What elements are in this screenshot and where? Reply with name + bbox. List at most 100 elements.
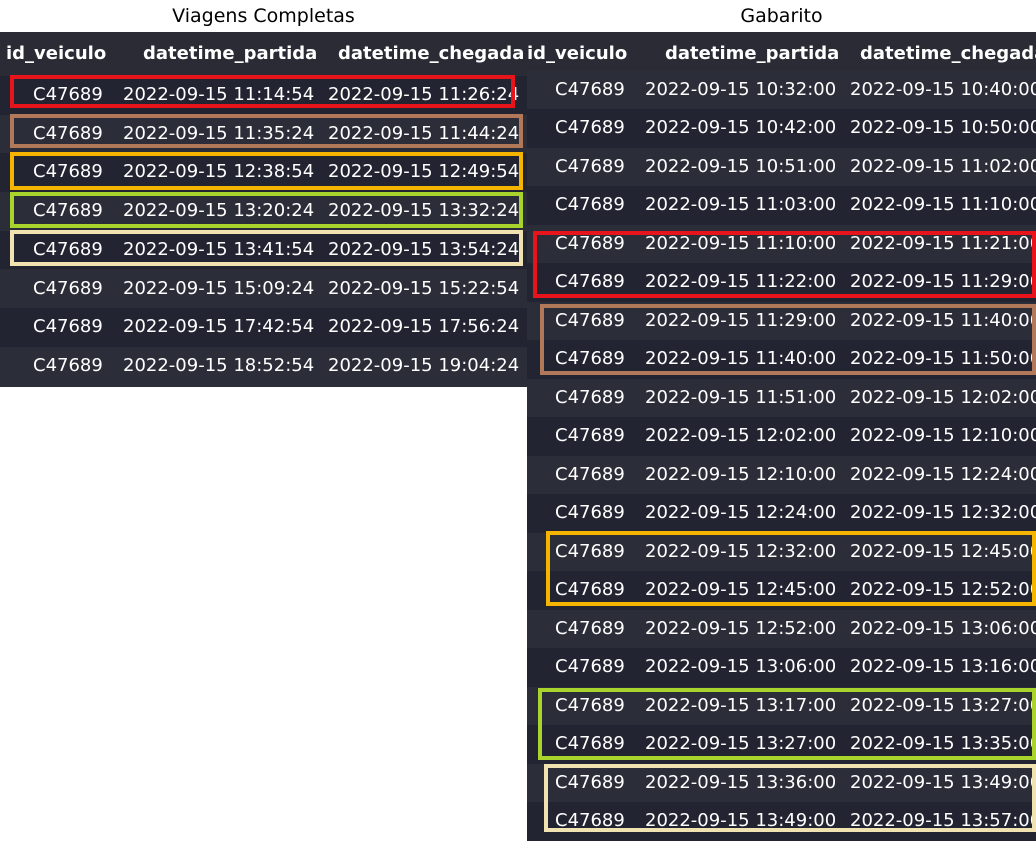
cell-datetime-chegada: 2022-09-15 11:50:00	[850, 348, 1036, 370]
table-row[interactable]: C47689 2022-09-15 13:20:24 2022-09-15 13:3…	[0, 192, 527, 231]
cell-id-veiculo: C47689	[555, 617, 625, 639]
table-row[interactable]: C47689 2022-09-15 11:40:00 2022-09-15 11:5…	[527, 340, 1036, 379]
cell-id-veiculo: C47689	[555, 810, 625, 832]
cell-datetime-chegada: 2022-09-15 11:21:00	[850, 232, 1036, 254]
table-row[interactable]: C47689 2022-09-15 11:14:54 2022-09-15 11:2…	[0, 76, 527, 115]
table-row[interactable]: C47689 2022-09-15 13:17:00 2022-09-15 13:2…	[527, 686, 1036, 726]
cell-datetime-partida: 2022-09-15 12:52:00	[645, 617, 837, 639]
column-header-datetime-chegada[interactable]: datetime_chegada	[860, 32, 1036, 76]
cell-datetime-chegada: 2022-09-15 15:22:54	[328, 277, 520, 299]
cell-datetime-chegada: 2022-09-15 13:35:00	[850, 733, 1036, 755]
cell-id-veiculo: C47689	[555, 348, 625, 370]
cell-datetime-partida: 2022-09-15 11:14:54	[123, 84, 315, 105]
table-row[interactable]: C47689 2022-09-15 15:09:24 2022-09-15 15:2…	[0, 269, 527, 309]
cell-datetime-chegada: 2022-09-15 11:26:24	[328, 84, 520, 105]
column-header-datetime-partida[interactable]: datetime_partida	[143, 32, 317, 76]
column-header-id-veiculo[interactable]: id_veiculo	[6, 32, 106, 76]
table-row[interactable]: C47689 2022-09-15 10:42:00 2022-09-15 10:5…	[527, 109, 1036, 148]
column-header-datetime-partida[interactable]: datetime_partida	[665, 32, 839, 76]
cell-datetime-chegada: 2022-09-15 13:49:00	[850, 771, 1036, 793]
cell-datetime-partida: 2022-09-15 11:35:24	[123, 122, 315, 144]
cell-id-veiculo: C47689	[555, 271, 625, 293]
table-row[interactable]: C47689 2022-09-15 17:42:54 2022-09-15 17:5…	[0, 308, 527, 347]
caption-gabarito: Gabarito	[740, 5, 823, 27]
cell-id-veiculo: C47689	[555, 78, 625, 100]
table-row[interactable]: C47689 2022-09-15 13:41:54 2022-09-15 13:5…	[0, 230, 527, 270]
cell-datetime-partida: 2022-09-15 13:41:54	[123, 238, 315, 260]
cell-id-veiculo: C47689	[33, 238, 103, 260]
cell-datetime-chegada: 2022-09-15 17:56:24	[328, 316, 520, 338]
table-viagens-completas: id_veiculo datetime_partida datetime_che…	[0, 32, 527, 387]
caption-viagens-completas: Viagens Completas	[172, 5, 355, 27]
table-row[interactable]: C47689 2022-09-15 12:02:00 2022-09-15 12:1…	[527, 417, 1036, 456]
cell-datetime-chegada: 2022-09-15 13:54:24	[328, 238, 520, 260]
table-row[interactable]: C47689 2022-09-15 12:38:54 2022-09-15 12:4…	[0, 153, 527, 193]
cell-id-veiculo: C47689	[555, 694, 625, 716]
column-header-id-veiculo[interactable]: id_veiculo	[527, 32, 627, 76]
table-header: id_veiculo datetime_partida datetime_che…	[0, 32, 527, 76]
cell-id-veiculo: C47689	[555, 540, 625, 562]
cell-datetime-partida: 2022-09-15 12:24:00	[645, 502, 837, 524]
cell-datetime-chegada: 2022-09-15 11:40:00	[850, 309, 1036, 331]
cell-datetime-partida: 2022-09-15 17:42:54	[123, 316, 315, 338]
cell-datetime-partida: 2022-09-15 11:03:00	[645, 194, 837, 216]
cell-datetime-partida: 2022-09-15 11:51:00	[645, 386, 837, 408]
table-header: id_veiculo datetime_partida datetime_che…	[527, 32, 1036, 76]
table-row[interactable]: C47689 2022-09-15 13:27:00 2022-09-15 13:3…	[527, 725, 1036, 764]
table-row[interactable]: C47689 2022-09-15 18:52:54 2022-09-15 19:0…	[0, 346, 527, 386]
cell-datetime-partida: 2022-09-15 12:02:00	[645, 425, 837, 447]
cell-datetime-partida: 2022-09-15 12:38:54	[123, 161, 315, 183]
table-row[interactable]: C47689 2022-09-15 11:51:00 2022-09-15 12:0…	[527, 378, 1036, 418]
cell-datetime-chegada: 2022-09-15 19:04:24	[328, 354, 520, 376]
cell-id-veiculo: C47689	[33, 84, 103, 105]
table-row[interactable]: C47689 2022-09-15 10:51:00 2022-09-15 11:0…	[527, 147, 1036, 187]
table-row[interactable]: C47689 2022-09-15 10:32:00 2022-09-15 10:4…	[527, 70, 1036, 110]
cell-datetime-chegada: 2022-09-15 13:16:00	[850, 656, 1036, 678]
cell-datetime-chegada: 2022-09-15 12:52:00	[850, 579, 1036, 601]
cell-datetime-partida: 2022-09-15 12:10:00	[645, 463, 837, 485]
cell-id-veiculo: C47689	[33, 122, 103, 144]
cell-datetime-partida: 2022-09-15 10:32:00	[645, 78, 837, 100]
cell-id-veiculo: C47689	[555, 463, 625, 485]
cell-datetime-chegada: 2022-09-15 11:10:00	[850, 194, 1036, 216]
cell-datetime-chegada: 2022-09-15 11:29:00	[850, 271, 1036, 293]
cell-datetime-partida: 2022-09-15 11:10:00	[645, 232, 837, 254]
table-row[interactable]: C47689 2022-09-15 12:52:00 2022-09-15 13:0…	[527, 609, 1036, 649]
cell-id-veiculo: C47689	[33, 277, 103, 299]
cell-datetime-chegada: 2022-09-15 13:57:00	[850, 810, 1036, 832]
table-row[interactable]: C47689 2022-09-15 11:35:24 2022-09-15 11:4…	[0, 114, 527, 154]
column-header-datetime-chegada[interactable]: datetime_chegada	[338, 32, 524, 76]
cell-datetime-partida: 2022-09-15 13:49:00	[645, 810, 837, 832]
table-row[interactable]: C47689 2022-09-15 12:32:00 2022-09-15 12:4…	[527, 532, 1036, 572]
cell-datetime-chegada: 2022-09-15 12:10:00	[850, 425, 1036, 447]
cell-datetime-partida: 2022-09-15 13:27:00	[645, 733, 837, 755]
cell-id-veiculo: C47689	[555, 656, 625, 678]
cell-id-veiculo: C47689	[33, 200, 103, 222]
cell-id-veiculo: C47689	[555, 155, 625, 177]
cell-datetime-chegada: 2022-09-15 10:40:00	[850, 78, 1036, 100]
table-row[interactable]: C47689 2022-09-15 13:06:00 2022-09-15 13:1…	[527, 648, 1036, 687]
table-row[interactable]: C47689 2022-09-15 11:22:00 2022-09-15 11:2…	[527, 263, 1036, 302]
table-row[interactable]: C47689 2022-09-15 11:10:00 2022-09-15 11:2…	[527, 224, 1036, 264]
cell-id-veiculo: C47689	[33, 161, 103, 183]
cell-datetime-chegada: 2022-09-15 12:32:00	[850, 502, 1036, 524]
table-row[interactable]: C47689 2022-09-15 11:29:00 2022-09-15 11:4…	[527, 301, 1036, 341]
cell-datetime-partida: 2022-09-15 13:36:00	[645, 771, 837, 793]
cell-datetime-partida: 2022-09-15 13:20:24	[123, 200, 315, 222]
table-row[interactable]: C47689 2022-09-15 12:10:00 2022-09-15 12:2…	[527, 455, 1036, 495]
cell-datetime-chegada: 2022-09-15 11:44:24	[328, 122, 520, 144]
cell-datetime-chegada: 2022-09-15 11:02:00	[850, 155, 1036, 177]
cell-datetime-chegada: 2022-09-15 12:24:00	[850, 463, 1036, 485]
table-row[interactable]: C47689 2022-09-15 13:49:00 2022-09-15 13:5…	[527, 802, 1036, 841]
table-row[interactable]: C47689 2022-09-15 13:36:00 2022-09-15 13:4…	[527, 763, 1036, 803]
cell-id-veiculo: C47689	[555, 502, 625, 524]
cell-datetime-chegada: 2022-09-15 13:27:00	[850, 694, 1036, 716]
table-row[interactable]: C47689 2022-09-15 12:24:00 2022-09-15 12:3…	[527, 494, 1036, 533]
cell-datetime-partida: 2022-09-15 12:45:00	[645, 579, 837, 601]
table-row[interactable]: C47689 2022-09-15 12:45:00 2022-09-15 12:5…	[527, 571, 1036, 610]
cell-datetime-chegada: 2022-09-15 10:50:00	[850, 117, 1036, 139]
cell-datetime-chegada: 2022-09-15 12:45:00	[850, 540, 1036, 562]
cell-id-veiculo: C47689	[555, 232, 625, 254]
table-row[interactable]: C47689 2022-09-15 11:03:00 2022-09-15 11:1…	[527, 186, 1036, 225]
cell-id-veiculo: C47689	[555, 386, 625, 408]
